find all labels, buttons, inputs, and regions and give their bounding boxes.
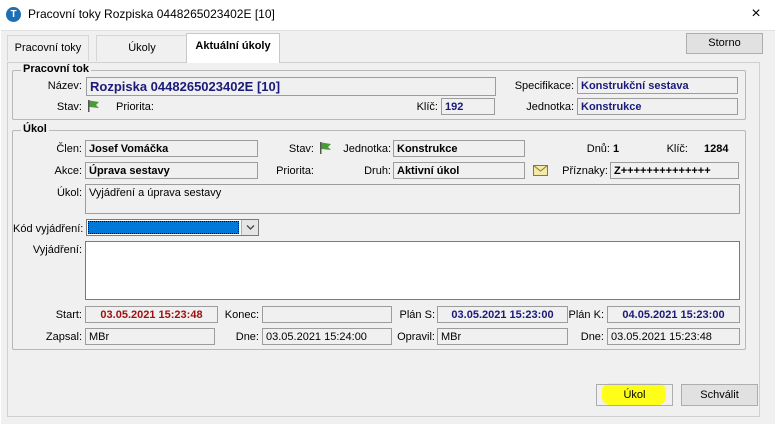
app-logo-icon: T <box>6 7 21 22</box>
opravil-field[interactable]: MBr <box>437 328 568 345</box>
priznaky-label: Příznaky: <box>562 165 608 177</box>
clen-label: Člen: <box>56 143 82 155</box>
specifikace-field[interactable]: Konstrukční sestava <box>577 77 738 94</box>
plan-k-label: Plán K: <box>568 309 604 321</box>
specifikace-label: Specifikace: <box>514 80 574 92</box>
dne1-label: Dne: <box>235 331 259 343</box>
klic-label: Klíč: <box>416 101 438 113</box>
zapsal-label: Zapsal: <box>45 331 82 343</box>
ukol-text-field[interactable]: Vyjádření a úprava sestavy <box>85 184 740 214</box>
ukol-text-label: Úkol: <box>56 187 82 199</box>
opravil-label: Opravil: <box>397 331 435 343</box>
druh-label: Druh: <box>364 165 391 177</box>
dnu-value: 1 <box>613 143 620 155</box>
tab-pracovni-toky[interactable]: Pracovní toky <box>7 35 89 61</box>
green-flag-icon <box>88 100 99 112</box>
window-title: Pracovní toky Rozpiska 0448265023402E [1… <box>28 7 275 21</box>
nazev-field[interactable]: Rozpiska 0448265023402E [10] <box>86 77 496 96</box>
ukol-priorita-label: Priorita: <box>276 165 314 177</box>
plan-s-label: Plán S: <box>399 309 435 321</box>
dne1-field[interactable]: 03.05.2021 15:24:00 <box>262 328 392 345</box>
tab-ukoly[interactable]: Úkoly <box>96 35 188 61</box>
vyjadreni-label: Vyjádření: <box>32 244 82 256</box>
tab-aktualni-ukoly[interactable]: Aktuální úkoly <box>186 33 280 63</box>
jednotka-field[interactable]: Konstrukce <box>577 98 738 115</box>
start-field[interactable]: 03.05.2021 15:23:48 <box>85 306 218 323</box>
ukol-title: Úkol <box>21 123 49 135</box>
zapsal-field[interactable]: MBr <box>85 328 215 345</box>
priorita-label: Priorita: <box>116 101 154 113</box>
selected-option <box>88 221 239 234</box>
dne2-field[interactable]: 03.05.2021 15:23:48 <box>607 328 740 345</box>
clen-field[interactable]: Josef Vomáčka <box>85 140 258 157</box>
ukol-jednotka-label: Jednotka: <box>343 143 391 155</box>
ukol-jednotka-field[interactable]: Konstrukce <box>393 140 525 157</box>
dnu-label: Dnů: <box>586 143 610 155</box>
vyjadreni-textarea[interactable] <box>85 241 740 300</box>
plan-s-field[interactable]: 03.05.2021 15:23:00 <box>437 306 568 323</box>
start-label: Start: <box>55 309 82 321</box>
envelope-icon[interactable] <box>533 165 548 176</box>
klic-field[interactable]: 192 <box>441 98 495 115</box>
close-button[interactable]: × <box>745 4 767 24</box>
dne2-label: Dne: <box>580 331 604 343</box>
akce-label: Akce: <box>54 165 82 177</box>
jednotka-label: Jednotka: <box>526 101 574 113</box>
storno-button[interactable]: Storno <box>686 33 763 54</box>
ukol-klic-label: Klíč: <box>666 143 688 155</box>
kod-vyjadreni-label: Kód vyjádření: <box>13 223 84 235</box>
stav-label: Stav: <box>56 101 82 113</box>
chevron-down-icon <box>246 225 255 230</box>
dropdown-arrow[interactable] <box>241 220 258 235</box>
akce-field[interactable]: Úprava sestavy <box>85 162 258 179</box>
konec-field[interactable] <box>262 306 392 323</box>
ukol-klic-value: 1284 <box>704 143 729 155</box>
nazev-label: Název: <box>47 80 82 92</box>
plan-k-field[interactable]: 04.05.2021 15:23:00 <box>607 306 740 323</box>
green-flag-icon <box>320 142 331 154</box>
konec-label: Konec: <box>224 309 259 321</box>
ukol-button[interactable]: Úkol <box>596 384 673 406</box>
druh-field[interactable]: Aktivní úkol <box>393 162 525 179</box>
schvalit-button[interactable]: Schválit <box>681 384 758 406</box>
priznaky-field[interactable]: Z++++++++++++++ <box>610 162 739 179</box>
pracovni-tok-title: Pracovní tok <box>21 63 92 75</box>
kod-vyjadreni-select[interactable] <box>86 219 259 236</box>
ukol-stav-label: Stav: <box>288 143 314 155</box>
